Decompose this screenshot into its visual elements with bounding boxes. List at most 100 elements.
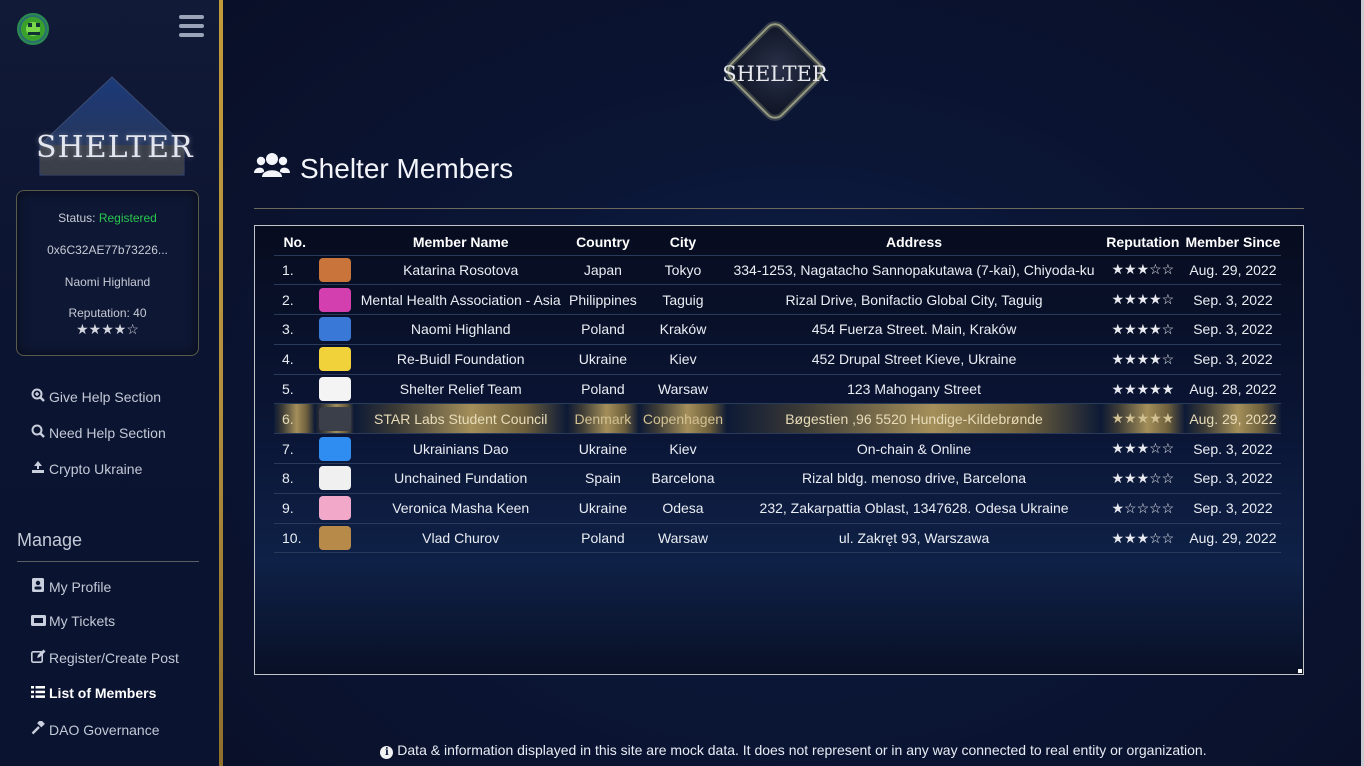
nav-need-help[interactable]: Need Help Section xyxy=(31,424,166,441)
member-name[interactable]: Re-Buidl Foundation xyxy=(354,344,568,375)
table-row[interactable]: 3. Naomi Highland Poland Kraków 454 Fuerza S… xyxy=(274,314,1281,345)
member-address: 232, Zakarpattia Oblast, 1347628. Odesa … xyxy=(727,493,1101,524)
reputation-stars: ★★★★☆ xyxy=(76,321,139,337)
nav-my-tickets-label: My Tickets xyxy=(49,613,116,629)
col-header-name: Member Name xyxy=(354,230,568,256)
member-avatar-image xyxy=(318,526,351,551)
members-table: No. Member Name Country City Address Rep… xyxy=(274,230,1281,554)
resize-handle[interactable] xyxy=(1298,669,1302,673)
ticket-icon xyxy=(31,613,46,629)
member-avatar[interactable] xyxy=(315,314,355,345)
table-row[interactable]: 9. Veronica Masha Keen Ukraine Odesa 232, Za… xyxy=(274,493,1281,524)
nav-give-help[interactable]: Give Help Section xyxy=(31,388,161,405)
edit-icon xyxy=(31,649,46,666)
member-address: ul. Zakręt 93, Warszawa xyxy=(727,523,1101,554)
member-since: Sep. 3, 2022 xyxy=(1184,493,1281,524)
member-name[interactable]: Vlad Churov xyxy=(354,523,568,554)
member-city: Tokyo xyxy=(638,255,728,286)
table-row[interactable]: 5. Shelter Relief Team Poland Warsaw 123 Mah… xyxy=(274,374,1281,405)
member-avatar[interactable] xyxy=(315,463,355,494)
member-avatar[interactable] xyxy=(315,374,355,405)
nav-list-of-members-label: List of Members xyxy=(49,685,157,701)
member-reputation-stars: ★☆☆☆☆ xyxy=(1100,493,1185,524)
member-avatar[interactable] xyxy=(315,255,355,286)
manage-divider xyxy=(17,561,199,562)
member-address: 123 Mahogany Street xyxy=(727,374,1101,405)
row-number: 2. xyxy=(274,284,316,316)
member-address: 334-1253, Nagatacho Sannopakutawa (7-kai… xyxy=(727,255,1101,286)
member-avatar[interactable] xyxy=(315,403,355,435)
member-since: Aug. 29, 2022 xyxy=(1184,403,1281,435)
member-address: Rizal Drive, Bonifactio Global City, Tag… xyxy=(727,284,1101,316)
disclaimer-text: Data & information displayed in this sit… xyxy=(397,742,1207,758)
table-row[interactable]: 10. Vlad Churov Poland Warsaw ul. Zakręt 93,… xyxy=(274,523,1281,554)
header-logo[interactable]: SHELTER xyxy=(714,10,836,132)
manage-heading: Manage xyxy=(17,530,83,550)
member-since: Aug. 28, 2022 xyxy=(1184,374,1281,405)
member-avatar-image xyxy=(318,347,351,372)
table-row[interactable]: 2. Mental Health Association - Asia Philip… xyxy=(274,284,1281,316)
table-row[interactable]: 8. Unchained Fundation Spain Barcelona Rizal… xyxy=(274,463,1281,494)
member-name[interactable]: STAR Labs Student Council xyxy=(354,403,568,435)
member-country: Poland xyxy=(567,314,639,345)
member-avatar-image xyxy=(318,436,351,461)
page-title: Shelter Members xyxy=(300,152,514,184)
row-number: 8. xyxy=(274,463,316,494)
nav-my-profile-label: My Profile xyxy=(49,578,112,595)
member-city: Kraków xyxy=(638,314,728,345)
member-name[interactable]: Veronica Masha Keen xyxy=(354,493,568,524)
info-icon: i xyxy=(380,746,394,759)
member-reputation-stars: ★★★★★ xyxy=(1100,403,1185,435)
table-row[interactable]: 6. STAR Labs Student Council Denmark Copenh… xyxy=(274,403,1281,435)
member-reputation-stars: ★★★★☆ xyxy=(1100,284,1185,316)
member-name[interactable]: Naomi Highland xyxy=(354,314,568,345)
member-avatar[interactable] xyxy=(315,493,355,524)
member-reputation-stars: ★★★★★ xyxy=(1100,374,1185,405)
member-name[interactable]: Mental Health Association - Asia xyxy=(354,284,568,316)
member-city: Copenhagen xyxy=(638,403,728,435)
member-name[interactable]: Katarina Rosotova xyxy=(354,255,568,286)
row-number: 4. xyxy=(274,344,316,375)
member-address: Rizal bldg. menoso drive, Barcelona xyxy=(727,463,1101,494)
row-number: 1. xyxy=(274,255,316,286)
shelter-diamond-logo-icon: SHELTER xyxy=(722,21,829,121)
member-city: Taguig xyxy=(638,284,728,316)
nav-list-of-members[interactable]: List of Members xyxy=(31,685,156,701)
member-name[interactable]: Shelter Relief Team xyxy=(354,374,568,405)
nav-register-post[interactable]: Register/Create Post xyxy=(31,649,179,666)
gavel-icon xyxy=(31,719,45,738)
hamburger-menu-icon[interactable] xyxy=(179,15,204,38)
members-table-frame: No. Member Name Country City Address Rep… xyxy=(254,225,1304,675)
col-header-country: Country xyxy=(567,230,639,256)
member-avatar[interactable] xyxy=(315,344,355,375)
user-avatar[interactable] xyxy=(17,13,49,45)
member-avatar-image xyxy=(318,496,351,521)
status-label: Status: xyxy=(58,211,96,225)
nav-crypto-ukraine[interactable]: Crypto Ukraine xyxy=(31,460,142,477)
member-country: Denmark xyxy=(567,403,639,435)
member-avatar-image xyxy=(318,466,351,491)
nav-dao-governance[interactable]: DAO Governance xyxy=(31,719,160,738)
member-avatar[interactable] xyxy=(315,284,355,316)
disclaimer-footer: i Data & information displayed in this s… xyxy=(223,742,1364,759)
col-header-reputation: Reputation xyxy=(1100,230,1185,256)
members-table-body: 1. Katarina Rosotova Japan Tokyo 334-1253, N… xyxy=(274,255,1281,554)
table-row[interactable]: 1. Katarina Rosotova Japan Tokyo 334-1253, N… xyxy=(274,255,1281,286)
nav-need-help-label: Need Help Section xyxy=(49,424,166,441)
member-avatar[interactable] xyxy=(315,433,355,465)
title-divider xyxy=(254,208,1304,209)
search-plus-icon xyxy=(31,388,45,405)
nav-my-profile[interactable]: My Profile xyxy=(31,578,111,595)
row-number: 7. xyxy=(274,433,316,465)
member-avatar-image xyxy=(318,406,351,431)
nav-my-tickets[interactable]: My Tickets xyxy=(31,613,115,629)
sidebar-logo[interactable]: SHELTER xyxy=(36,75,193,179)
member-avatar[interactable] xyxy=(315,523,355,554)
member-name[interactable]: Unchained Fundation xyxy=(354,463,568,494)
member-city: Kiev xyxy=(638,433,728,465)
page-title-wrap: Shelter Members xyxy=(254,152,513,185)
member-name[interactable]: Ukrainians Dao xyxy=(354,433,568,465)
member-country: Spain xyxy=(567,463,639,494)
table-row[interactable]: 7. Ukrainians Dao Ukraine Kiev On-chain & On… xyxy=(274,433,1281,465)
table-row[interactable]: 4. Re-Buidl Foundation Ukraine Kiev 452 Drup… xyxy=(274,344,1281,375)
